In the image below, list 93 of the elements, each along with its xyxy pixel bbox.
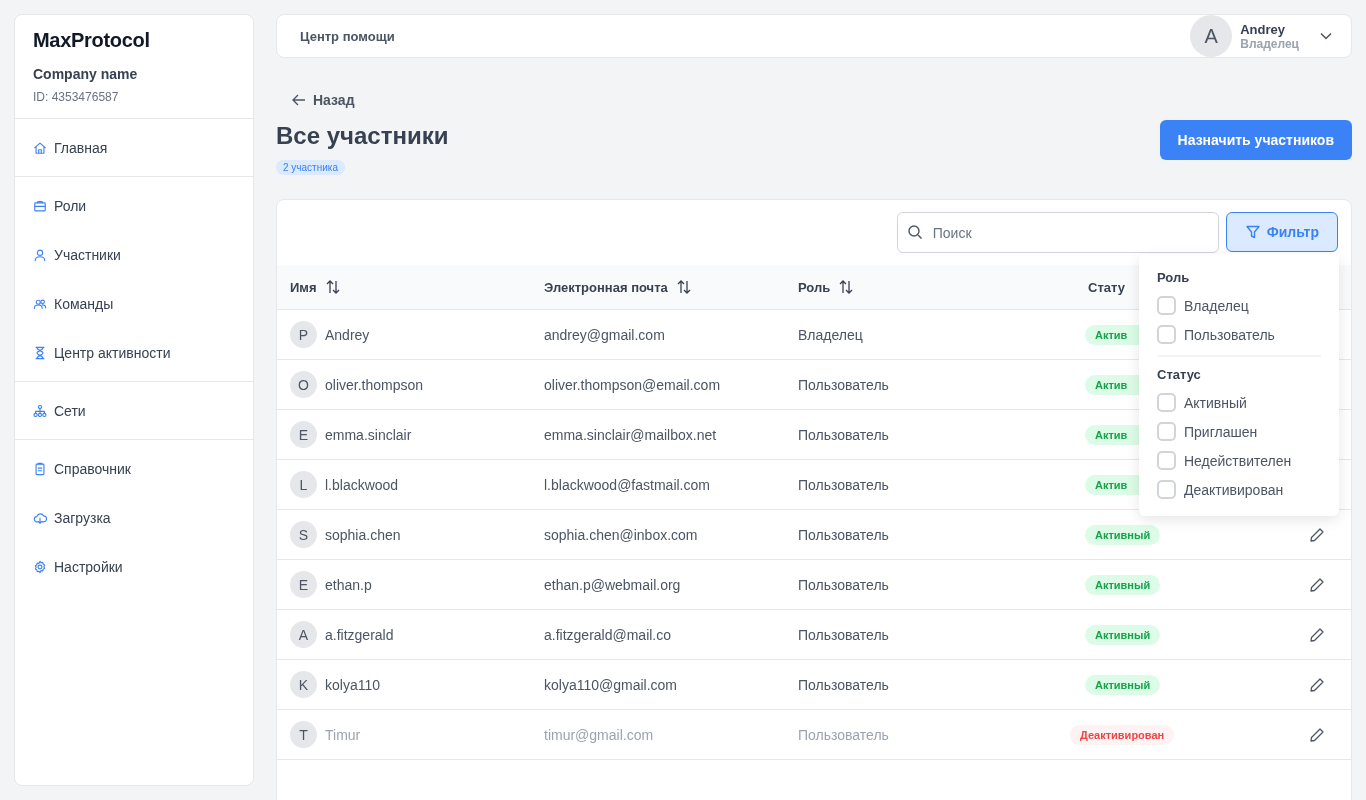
filter-group-title: Роль bbox=[1157, 270, 1191, 285]
sidebar-item[interactable]: Роли bbox=[15, 181, 253, 230]
avatar: E bbox=[290, 421, 317, 448]
member-name: emma.sinclair bbox=[325, 426, 412, 443]
filter-option[interactable]: Недействителен bbox=[1157, 446, 1321, 475]
member-role: Пользователь bbox=[798, 626, 889, 643]
avatar: A bbox=[290, 621, 317, 648]
status-label: Активный bbox=[1085, 674, 1161, 695]
logo: MaxProtocol bbox=[33, 29, 151, 52]
pencil-icon[interactable] bbox=[1309, 626, 1325, 643]
column-header[interactable]: Электронная почта bbox=[544, 279, 668, 295]
sidebar-item[interactable]: Загрузка bbox=[15, 493, 253, 542]
member-email: emma.sinclair@mailbox.net bbox=[544, 426, 717, 443]
member-count-badge: 2 участника bbox=[276, 160, 345, 175]
column-header: Стату bbox=[1088, 279, 1125, 295]
pencil-icon[interactable] bbox=[1309, 726, 1325, 743]
sidebar-item[interactable]: Справочник bbox=[15, 444, 253, 493]
user-icon bbox=[33, 247, 47, 262]
user-avatar[interactable]: A bbox=[1190, 15, 1233, 57]
status-label: Активный bbox=[1085, 624, 1161, 645]
member-email: kolya110@gmail.com bbox=[544, 676, 677, 693]
avatar: T bbox=[290, 721, 317, 748]
member-role: Пользователь bbox=[798, 576, 889, 593]
column-header[interactable]: Имя bbox=[290, 279, 317, 295]
avatar: O bbox=[290, 371, 317, 398]
member-name: kolya110 bbox=[325, 676, 380, 693]
sort-arrows-icon[interactable] bbox=[324, 279, 341, 295]
member-email: oliver.thompson@email.com bbox=[544, 376, 721, 393]
sidebar-item[interactable]: Участники bbox=[15, 230, 253, 279]
page-title: Все участники bbox=[276, 122, 449, 150]
filter-option[interactable]: Пользователь bbox=[1157, 320, 1321, 349]
back-link[interactable]: Назад bbox=[291, 92, 355, 108]
funnel-icon bbox=[1244, 224, 1261, 240]
status-label: Активный bbox=[1085, 574, 1161, 595]
users-icon bbox=[33, 296, 47, 311]
member-email: ethan.p@webmail.org bbox=[544, 576, 681, 593]
member-role: Пользователь bbox=[798, 426, 889, 443]
member-name: a.fitzgerald bbox=[325, 626, 394, 643]
member-role: Пользователь bbox=[798, 726, 889, 743]
filter-option[interactable]: Активный bbox=[1157, 388, 1321, 417]
member-email: a.fitzgerald@mail.co bbox=[544, 626, 672, 643]
member-name: sophia.chen bbox=[325, 526, 401, 543]
pencil-icon[interactable] bbox=[1309, 526, 1325, 543]
filter-option[interactable]: Владелец bbox=[1157, 291, 1321, 320]
sidebar-item[interactable]: Центр активности bbox=[15, 328, 253, 377]
member-role: Пользователь bbox=[798, 476, 889, 493]
cloud-icon bbox=[33, 510, 47, 525]
status-label: Деактивирован bbox=[1070, 724, 1175, 745]
pencil-icon[interactable] bbox=[1309, 576, 1325, 593]
member-email: timur@gmail.com bbox=[544, 726, 654, 743]
filter-group-title: Статус bbox=[1157, 367, 1202, 382]
member-name: Timur bbox=[325, 726, 361, 743]
status-label: Активный bbox=[1085, 524, 1161, 545]
sidebar-item[interactable]: Команды bbox=[15, 279, 253, 328]
member-role: Пользователь bbox=[798, 526, 889, 543]
sidebar-item[interactable]: Настройки bbox=[15, 542, 253, 591]
sort-arrows-icon[interactable] bbox=[675, 279, 692, 295]
member-name: ethan.p bbox=[325, 576, 372, 593]
pencil-icon[interactable] bbox=[1309, 676, 1325, 693]
member-name: l.blackwood bbox=[325, 476, 399, 493]
avatar: P bbox=[290, 321, 317, 348]
help-center-title: Центр помощи bbox=[300, 28, 395, 44]
avatar: S bbox=[290, 521, 317, 548]
assign-members-button[interactable]: Назначить участников bbox=[1159, 120, 1352, 160]
sidebar-item[interactable]: Главная bbox=[15, 123, 253, 172]
user-name: Andrey bbox=[1240, 21, 1286, 37]
member-name: Andrey bbox=[325, 326, 370, 343]
avatar: K bbox=[290, 671, 317, 698]
home-icon bbox=[33, 140, 47, 155]
company-id: ID: 4353476587 bbox=[33, 90, 120, 104]
member-role: Пользователь bbox=[798, 376, 889, 393]
member-email: l.blackwood@fastmail.com bbox=[544, 476, 710, 493]
hourglass-icon bbox=[33, 345, 47, 360]
network-icon bbox=[33, 403, 47, 418]
member-role: Пользователь bbox=[798, 676, 889, 693]
user-role: Владелец bbox=[1240, 36, 1299, 51]
member-email: andrey@gmail.com bbox=[544, 326, 665, 343]
sort-arrows-icon[interactable] bbox=[838, 279, 855, 295]
company-name: Company name bbox=[33, 66, 139, 82]
arrow-left-icon bbox=[291, 92, 307, 108]
avatar: E bbox=[290, 571, 317, 598]
gear-icon bbox=[33, 559, 47, 574]
column-header[interactable]: Роль bbox=[798, 279, 831, 295]
filter-option[interactable]: Деактивирован bbox=[1157, 475, 1321, 504]
member-email: sophia.chen@inbox.com bbox=[544, 526, 698, 543]
search-field[interactable]: Поиск bbox=[896, 212, 1219, 253]
member-name: oliver.thompson bbox=[325, 376, 424, 393]
filter-option[interactable]: Приглашен bbox=[1157, 417, 1321, 446]
briefcase-icon bbox=[33, 198, 47, 213]
member-role: Владелец bbox=[798, 326, 863, 343]
clipboard-icon bbox=[33, 461, 47, 476]
sidebar-item[interactable]: Сети bbox=[15, 386, 253, 435]
avatar: L bbox=[290, 471, 317, 498]
